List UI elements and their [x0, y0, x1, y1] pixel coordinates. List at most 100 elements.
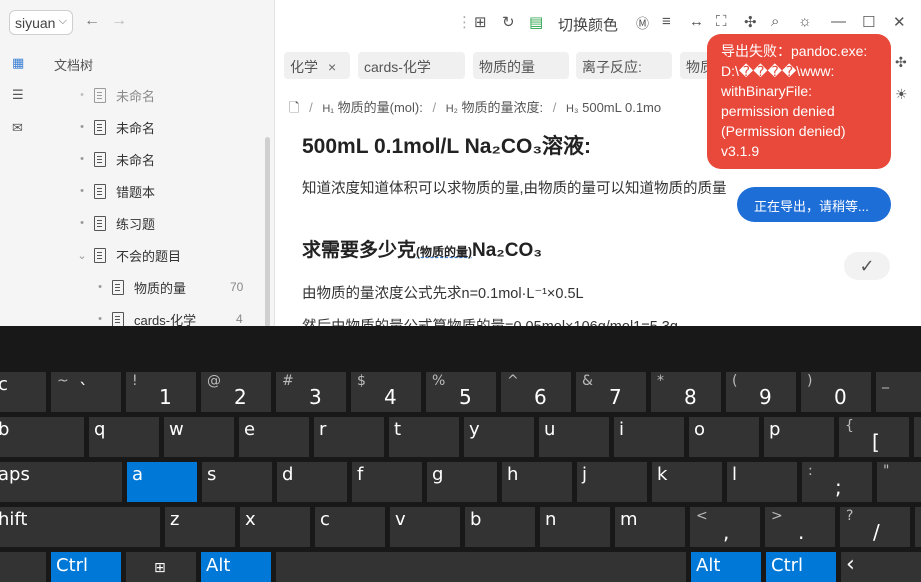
info-toast[interactable]: 正在导出，请稍等...: [737, 187, 891, 222]
key-esc[interactable]: c: [0, 372, 46, 412]
inbox-icon[interactable]: ✉: [12, 120, 28, 135]
key-d[interactable]: d: [277, 462, 347, 502]
key-fn[interactable]: [0, 552, 46, 582]
paragraph[interactable]: 然后由物质的量公式算物质的量=0.05mol×106g/mol1=5.3g: [302, 315, 678, 326]
key-v[interactable]: v: [390, 507, 460, 547]
key-u[interactable]: u: [539, 417, 609, 457]
key-0[interactable]: ) 0: [801, 372, 871, 412]
key-6[interactable]: ^ 6: [501, 372, 571, 412]
more-icon[interactable]: ⋮: [457, 13, 472, 31]
key-windows[interactable]: ⊞: [126, 552, 196, 582]
key-open-bracket[interactable]: {[: [839, 417, 909, 457]
key-k[interactable]: k: [652, 462, 722, 502]
key-9[interactable]: (9: [726, 372, 796, 412]
key-8[interactable]: * 8: [651, 372, 721, 412]
key-5[interactable]: % 5: [426, 372, 496, 412]
key-shift[interactable]: hift: [0, 507, 160, 547]
close-icon[interactable]: ×: [328, 59, 336, 75]
heading-4[interactable]: 求需要多少克(物质的量)Na₂CO₃: [302, 235, 542, 262]
settings-icon[interactable]: ☼: [798, 13, 812, 30]
key-c[interactable]: c: [315, 507, 385, 547]
key-g[interactable]: g: [427, 462, 497, 502]
key-o[interactable]: o: [689, 417, 759, 457]
key-backtick[interactable]: ~ `: [51, 372, 121, 412]
key-alt-left[interactable]: Alt: [201, 552, 271, 582]
key-e[interactable]: e: [239, 417, 309, 457]
check-icon[interactable]: ✓: [844, 252, 890, 280]
tag-chip[interactable]: 物质的量: [473, 52, 569, 79]
tree-item-expanded[interactable]: ⌄ 不会的题目: [76, 244, 181, 266]
plugin-icon[interactable]: ✣: [895, 54, 907, 71]
key-t[interactable]: t: [389, 417, 459, 457]
key-space[interactable]: [276, 552, 686, 582]
sync-icon[interactable]: ↻: [502, 13, 515, 31]
document-icon[interactable]: 🗋: [289, 100, 299, 115]
breadcrumb-h2[interactable]: 物质的量浓度:: [462, 100, 544, 115]
back-arrow-icon[interactable]: ←: [84, 12, 100, 30]
search-icon[interactable]: ⌕: [771, 13, 779, 30]
file-tree-icon[interactable]: ▦: [12, 55, 28, 70]
key-f[interactable]: f: [352, 462, 422, 502]
key-z[interactable]: z: [165, 507, 235, 547]
key-s[interactable]: s: [202, 462, 272, 502]
fullscreen-icon[interactable]: ⛶: [716, 13, 727, 30]
key-q[interactable]: q: [89, 417, 159, 457]
key-p[interactable]: p: [764, 417, 834, 457]
paragraph[interactable]: 由物质的量浓度公式先求n=0.1mol·L⁻¹×0.5L: [302, 282, 584, 303]
key-x[interactable]: x: [240, 507, 310, 547]
scrollbar[interactable]: [265, 137, 270, 326]
tree-item[interactable]: • 错题本: [76, 180, 155, 202]
key-l[interactable]: l: [727, 462, 797, 502]
forward-arrow-icon[interactable]: →: [111, 12, 127, 30]
key-left[interactable]: ‹: [841, 552, 921, 582]
plugin-icon[interactable]: ✣: [744, 13, 757, 31]
key-up[interactable]: [915, 507, 921, 547]
key-m[interactable]: m: [615, 507, 685, 547]
key-b[interactable]: b: [465, 507, 535, 547]
key-r[interactable]: r: [314, 417, 384, 457]
switch-color-button[interactable]: 切换颜色: [558, 14, 618, 35]
tree-item[interactable]: • 练习题: [76, 212, 155, 234]
tree-item[interactable]: • 未命名: [76, 148, 155, 170]
key-caps[interactable]: aps: [0, 462, 122, 502]
key-alt-right[interactable]: Alt: [691, 552, 761, 582]
key-period[interactable]: >.: [765, 507, 835, 547]
tree-item[interactable]: • cards-化学 4: [94, 308, 243, 326]
key-h[interactable]: h: [502, 462, 572, 502]
grid-icon[interactable]: ⊞: [474, 13, 487, 31]
key-j[interactable]: j: [577, 462, 647, 502]
key-tab[interactable]: b: [0, 417, 84, 457]
chevron-down-icon[interactable]: ⌄: [76, 249, 88, 262]
key-4[interactable]: $4: [351, 372, 421, 412]
code-icon[interactable]: ↔: [689, 13, 704, 30]
workspace-select[interactable]: siyuan ⌵: [9, 10, 73, 35]
key-minus[interactable]: _: [876, 372, 921, 412]
minimize-icon[interactable]: —: [831, 13, 846, 30]
key-ctrl-right[interactable]: Ctrl: [766, 552, 836, 582]
markdown-icon[interactable]: Ⓜ: [636, 13, 649, 32]
breadcrumb-h3[interactable]: 500mL 0.1mo: [582, 100, 661, 115]
tag-chip[interactable]: 化学 ×: [284, 52, 350, 79]
breadcrumb-h1[interactable]: 物质的量(mol):: [338, 100, 423, 115]
key-i[interactable]: i: [614, 417, 684, 457]
close-icon[interactable]: ✕: [893, 13, 906, 31]
paragraph[interactable]: 知道浓度知道体积可以求物质的量,由物质的量可以知道物质的质量: [302, 177, 727, 198]
sheet-icon[interactable]: ▤: [529, 13, 543, 31]
tree-item[interactable]: • 物质的量 70: [94, 276, 243, 298]
key-n[interactable]: n: [540, 507, 610, 547]
key-3[interactable]: #3: [276, 372, 346, 412]
menu-icon[interactable]: ≡: [662, 13, 671, 30]
key-2[interactable]: @2: [201, 372, 271, 412]
error-toast[interactable]: 导出失败：pandoc.exe: D:\����\www: withBinary…: [707, 34, 891, 169]
key-quote[interactable]: ": [877, 462, 921, 502]
key-ctrl-left[interactable]: Ctrl: [51, 552, 121, 582]
outline-icon[interactable]: ☰: [12, 87, 28, 102]
tag-chip[interactable]: cards-化学: [358, 52, 465, 79]
tag-chip[interactable]: 离子反应:: [576, 52, 672, 79]
key-w[interactable]: w: [164, 417, 234, 457]
key-slash[interactable]: ? /: [840, 507, 910, 547]
maximize-icon[interactable]: ☐: [862, 13, 875, 31]
key-7[interactable]: & 7: [576, 372, 646, 412]
key-comma[interactable]: <,: [690, 507, 760, 547]
key-close-bracket[interactable]: [914, 417, 921, 457]
